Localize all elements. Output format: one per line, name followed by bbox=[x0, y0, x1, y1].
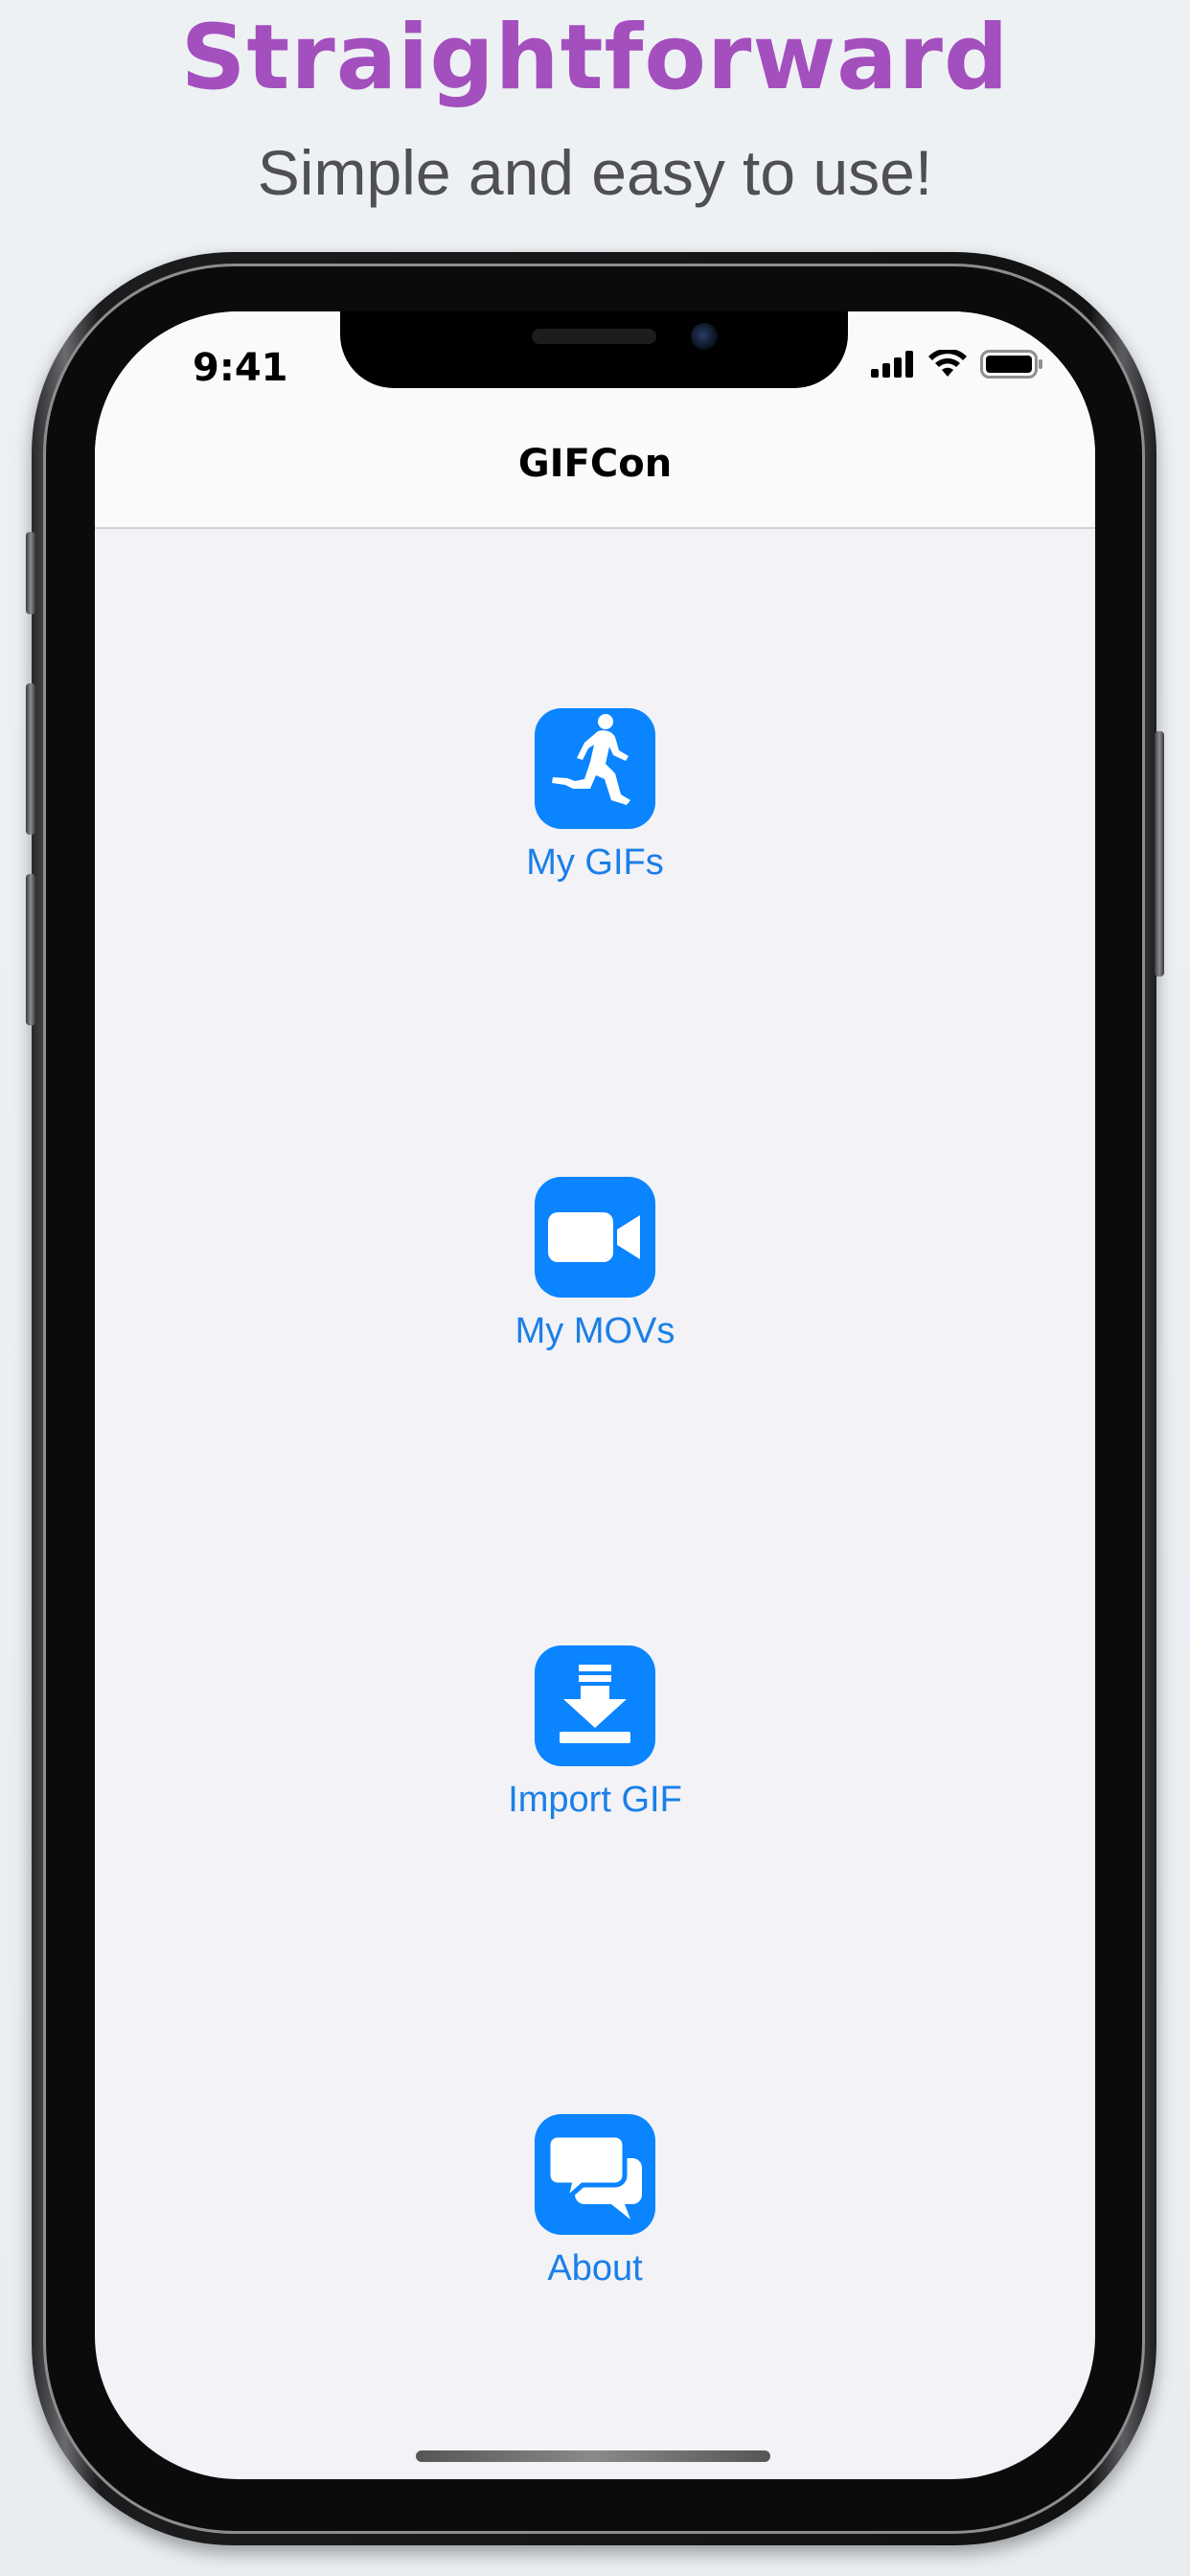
front-camera bbox=[691, 323, 718, 350]
menu-label-import-gif: Import GIF bbox=[508, 1780, 682, 1820]
menu-label-my-gifs: My GIFs bbox=[526, 842, 664, 883]
battery-icon bbox=[980, 350, 1043, 383]
mute-switch bbox=[26, 532, 35, 614]
volume-up-button bbox=[26, 683, 35, 835]
status-bar: 9:41 bbox=[95, 311, 1095, 407]
signal-icon bbox=[871, 351, 915, 382]
marketing-subheadline: Simple and easy to use! bbox=[257, 137, 933, 208]
menu-item-import-gif[interactable]: Import GIF bbox=[95, 1645, 1095, 1821]
nav-title: GIFCon bbox=[517, 442, 673, 486]
status-icons bbox=[871, 348, 1043, 383]
navigation-bar: GIFCon bbox=[95, 407, 1095, 529]
video-camera-icon bbox=[535, 1177, 655, 1298]
notch bbox=[340, 311, 848, 388]
menu-item-my-movs[interactable]: My MOVs bbox=[95, 1177, 1095, 1352]
menu-label-about: About bbox=[547, 2248, 643, 2288]
speaker-grille bbox=[532, 329, 656, 344]
menu-label-my-movs: My MOVs bbox=[515, 1311, 675, 1351]
download-icon bbox=[535, 1645, 655, 1766]
chat-bubbles-icon bbox=[535, 2114, 655, 2235]
menu-item-my-gifs[interactable]: My GIFs bbox=[95, 708, 1095, 884]
status-time: 9:41 bbox=[193, 346, 288, 390]
menu-item-about[interactable]: About bbox=[95, 2114, 1095, 2289]
power-button bbox=[1155, 731, 1164, 977]
marketing-headline: Straightforward bbox=[180, 6, 1010, 110]
volume-down-button bbox=[26, 874, 35, 1025]
home-indicator[interactable] bbox=[416, 2450, 770, 2462]
wifi-icon bbox=[928, 348, 967, 383]
phone-screen: 9:41 GIFCon My GIFs My MOVs Import GIF A… bbox=[95, 311, 1095, 2479]
runner-icon bbox=[535, 708, 655, 829]
